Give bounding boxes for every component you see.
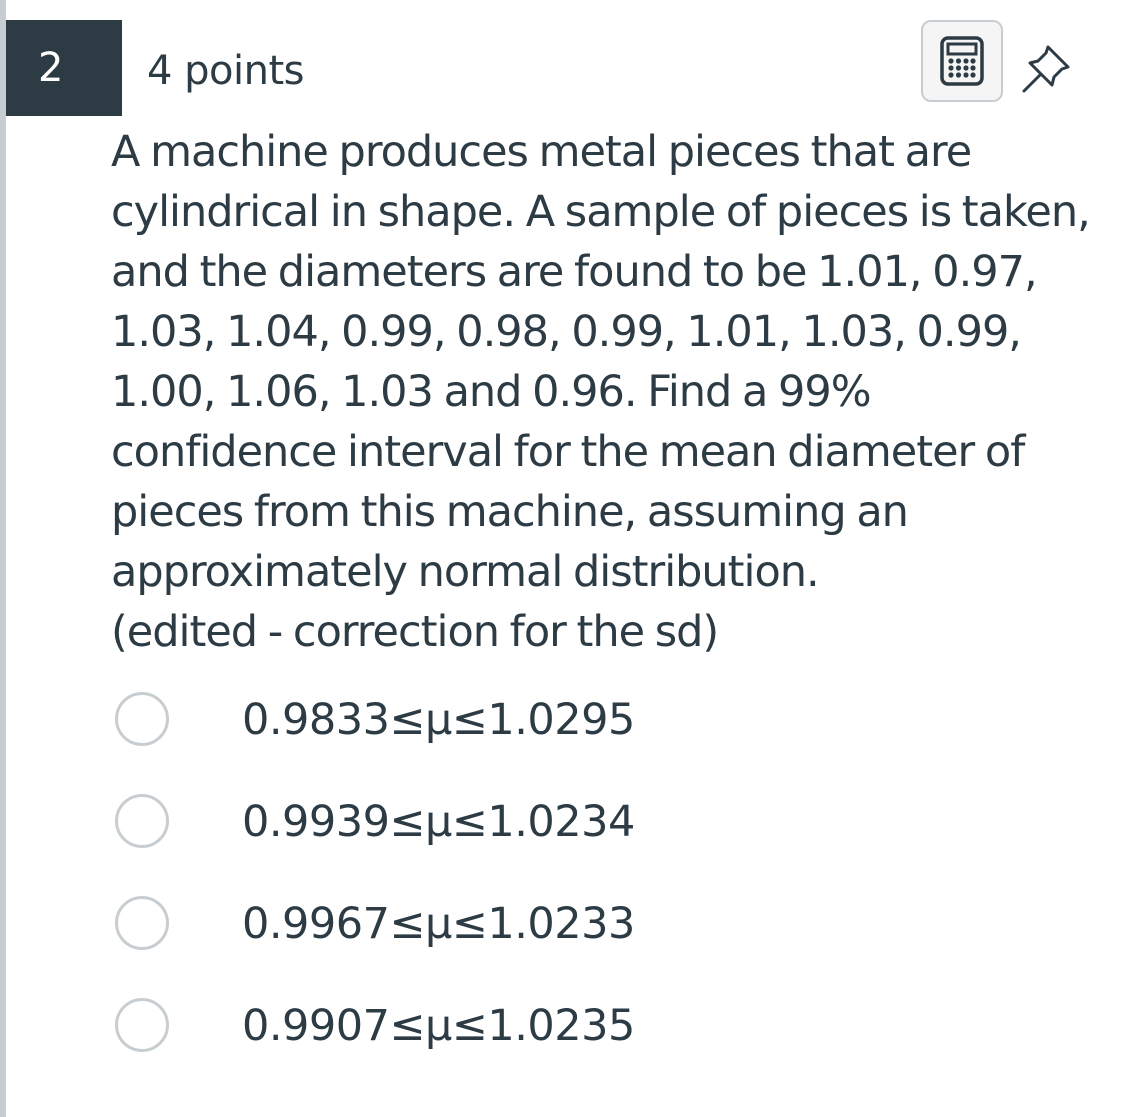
answer-option-label: 0.9967≤μ≤1.0233	[242, 899, 635, 949]
calculator-icon	[940, 36, 984, 86]
radio-button[interactable]	[115, 794, 169, 848]
answer-option[interactable]: 0.9833≤μ≤1.0295	[112, 690, 1012, 792]
answer-option-label: 0.9907≤μ≤1.0235	[242, 1001, 635, 1051]
answer-option[interactable]: 0.9907≤μ≤1.0235	[112, 996, 1012, 1098]
radio-button[interactable]	[115, 998, 169, 1052]
question-body: A machine produces metal pieces that are…	[111, 127, 1091, 597]
answer-options: 0.9833≤μ≤1.0295 0.9939≤μ≤1.0234 0.9967≤μ…	[112, 690, 1012, 1098]
radio-button[interactable]	[115, 896, 169, 950]
quiz-question-card: 2 4 points A machine produces metal piec…	[0, 0, 1125, 1117]
pin-icon	[1022, 45, 1070, 93]
pin-button[interactable]	[1015, 38, 1077, 100]
calculator-button[interactable]	[921, 20, 1003, 102]
question-number-badge: 2	[6, 20, 122, 116]
question-text: A machine produces metal pieces that are…	[111, 122, 1101, 662]
radio-button[interactable]	[115, 692, 169, 746]
question-note: (edited - correction for the sd)	[111, 607, 719, 657]
left-border	[0, 0, 6, 1117]
answer-option-label: 0.9833≤μ≤1.0295	[242, 695, 635, 745]
question-points: 4 points	[147, 48, 305, 94]
answer-option[interactable]: 0.9939≤μ≤1.0234	[112, 792, 1012, 894]
answer-option[interactable]: 0.9967≤μ≤1.0233	[112, 894, 1012, 996]
answer-option-label: 0.9939≤μ≤1.0234	[242, 797, 635, 847]
